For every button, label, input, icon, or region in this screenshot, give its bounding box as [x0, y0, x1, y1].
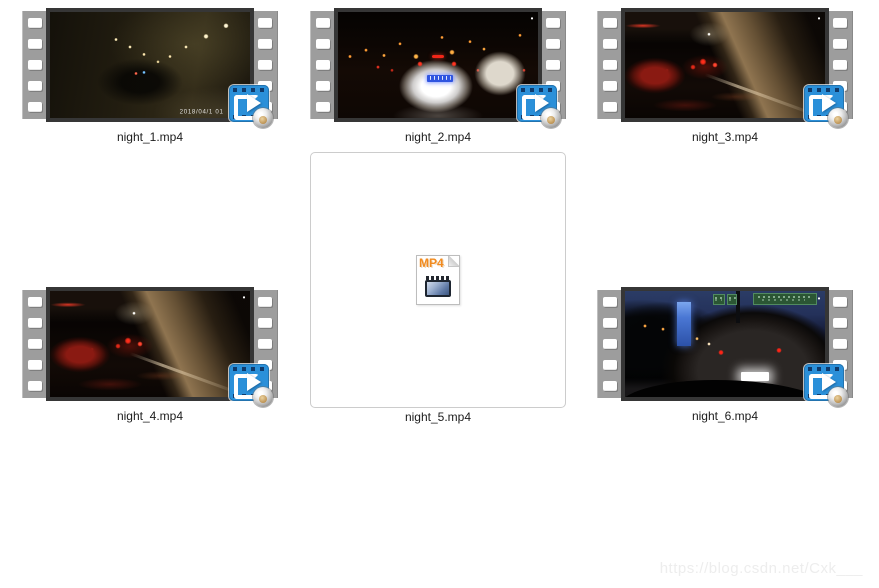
file-item-night-5[interactable]: MP4 night_5.mp4: [310, 152, 566, 424]
video-player-overlay-icon: [229, 364, 275, 408]
sprocket-hole: [603, 360, 617, 370]
film-reel-badge-icon: [828, 387, 848, 407]
sprocket-hole: [603, 60, 617, 70]
filmstrip-sprockets-left: [597, 290, 623, 398]
sprocket-hole: [546, 39, 560, 49]
page-fold-corner: [448, 256, 459, 267]
sprocket-hole: [258, 18, 272, 28]
file-item-night-2[interactable]: night_2.mp4: [310, 8, 566, 144]
sprocket-hole: [28, 81, 42, 91]
sprocket-hole: [28, 360, 42, 370]
sprocket-hole: [28, 60, 42, 70]
video-player-overlay-icon: [804, 364, 850, 408]
sprocket-hole: [28, 297, 42, 307]
sprocket-hole: [258, 39, 272, 49]
sprocket-hole: [316, 18, 330, 28]
video-player-overlay-icon: [517, 85, 563, 129]
file-name[interactable]: night_5.mp4: [405, 410, 471, 424]
video-frame: [621, 287, 829, 401]
video-frame: [334, 8, 542, 122]
video-frame: [621, 8, 829, 122]
sprocket-hole: [603, 318, 617, 328]
sprocket-hole: [603, 18, 617, 28]
sprocket-hole: [833, 39, 847, 49]
sprocket-hole: [28, 18, 42, 28]
sprocket-hole: [258, 318, 272, 328]
sprocket-hole: [316, 102, 330, 112]
file-item-night-6[interactable]: night_6.mp4: [597, 287, 853, 423]
thumbnail-image: 2018/04/1 01: [50, 12, 250, 118]
sprocket-hole: [258, 60, 272, 70]
sprocket-hole: [28, 381, 42, 391]
filmstrip-sprockets-left: [310, 11, 336, 119]
film-body: [425, 280, 451, 297]
sprocket-hole: [28, 102, 42, 112]
sprocket-hole: [258, 339, 272, 349]
file-browser-canvas: 2018/04/1 01 night_1.mp4 night_2.mp4 nig…: [0, 0, 879, 588]
highway-sign: [753, 293, 817, 305]
sprocket-hole: [833, 339, 847, 349]
sprocket-hole: [833, 297, 847, 307]
filmstrip-frame: [22, 287, 278, 407]
filmstrip-sprockets-left: [22, 11, 48, 119]
license-plate-glow: [741, 371, 769, 382]
sprocket-hole: [833, 60, 847, 70]
file-name[interactable]: night_2.mp4: [405, 130, 471, 144]
film-reel-badge-icon: [253, 387, 273, 407]
file-name[interactable]: night_1.mp4: [117, 130, 183, 144]
sprocket-hole: [546, 18, 560, 28]
film-clip-glyph: [425, 276, 451, 297]
mp4-placeholder-box: MP4: [310, 152, 566, 408]
filmstrip-frame: [597, 8, 853, 128]
sprocket-hole: [603, 39, 617, 49]
sprocket-hole: [603, 381, 617, 391]
sprocket-hole: [833, 318, 847, 328]
sprocket-hole: [603, 102, 617, 112]
file-item-night-4[interactable]: night_4.mp4: [22, 287, 278, 423]
film-reel-badge-icon: [828, 108, 848, 128]
video-frame: [46, 287, 254, 401]
filmstrip-sprockets-left: [597, 11, 623, 119]
video-player-overlay-icon: [804, 85, 850, 129]
filmstrip-sprockets-left: [22, 290, 48, 398]
sprocket-hole: [28, 339, 42, 349]
thumbnail-image: [50, 291, 250, 397]
filmstrip-frame: [597, 287, 853, 407]
sprocket-hole: [316, 81, 330, 91]
sprocket-hole: [28, 318, 42, 328]
timestamp-overlay: 2018/04/1 01: [180, 108, 224, 115]
sprocket-hole: [316, 39, 330, 49]
file-item-night-3[interactable]: night_3.mp4: [597, 8, 853, 144]
csdn-watermark: https://blog.csdn.net/Cxk___: [659, 560, 863, 577]
sprocket-hole: [603, 339, 617, 349]
video-frame: 2018/04/1 01: [46, 8, 254, 122]
file-name[interactable]: night_3.mp4: [692, 130, 758, 144]
sprocket-hole: [258, 297, 272, 307]
sprocket-hole: [833, 18, 847, 28]
thumbnail-image: [625, 12, 825, 118]
film-picture: [427, 282, 449, 295]
thumbnail-image: [625, 291, 825, 397]
file-item-night-1[interactable]: 2018/04/1 01 night_1.mp4: [22, 8, 278, 144]
film-reel-badge-icon: [541, 108, 561, 128]
blue-skyscraper: [677, 301, 691, 347]
sprocket-hole: [603, 81, 617, 91]
sprocket-hole: [603, 297, 617, 307]
filmstrip-frame: 2018/04/1 01: [22, 8, 278, 128]
sprocket-hole: [28, 39, 42, 49]
highway-sign: [713, 294, 725, 305]
sprocket-hole: [316, 60, 330, 70]
highway-sign: [727, 294, 737, 305]
filmstrip-frame: [310, 8, 566, 128]
thumbnail-image: [338, 12, 538, 118]
video-player-overlay-icon: [229, 85, 275, 129]
file-name[interactable]: night_4.mp4: [117, 409, 183, 423]
file-name[interactable]: night_6.mp4: [692, 409, 758, 423]
sprocket-hole: [546, 60, 560, 70]
film-reel-badge-icon: [253, 108, 273, 128]
mp4-label: MP4: [419, 256, 444, 270]
mp4-file-icon: MP4: [416, 255, 460, 305]
